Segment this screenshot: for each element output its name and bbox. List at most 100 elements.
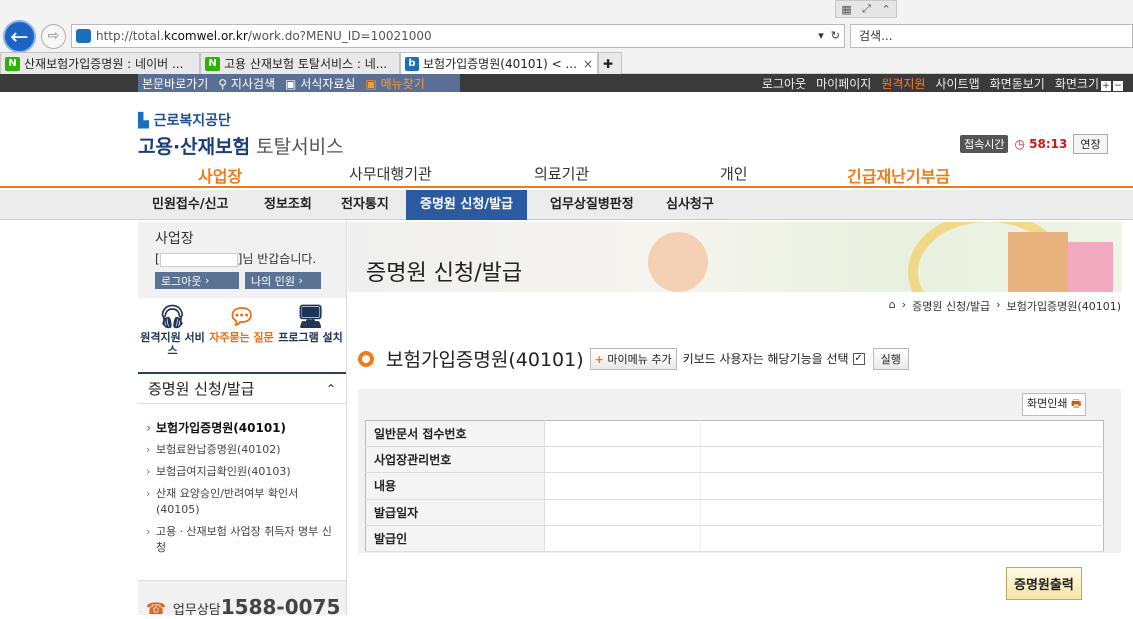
quick-remote-support[interactable]: 🎧︎ 원격지원 서비스 [138, 305, 207, 369]
phone-number: 1588-0075 [220, 595, 341, 619]
keyboard-note: 키보드 사용자는 해당기능을 선택 [682, 352, 849, 366]
address-bar[interactable]: http://total.kcomwel.or.kr/work.do?MENU_… [71, 24, 845, 48]
subnav-disease[interactable]: 업무상질병판정 [536, 190, 648, 220]
side-menu-item[interactable]: 산재 요양승인/반려여부 확인서 (40105) [146, 486, 342, 518]
font-size-control: 화면크기 + − [1054, 76, 1123, 91]
window-controls[interactable]: ▦ ⤢ ⌃ [835, 0, 897, 18]
zoom-out-icon[interactable]: − [1113, 80, 1123, 91]
add-my-menu-button[interactable]: + 마이메뉴 추가 [589, 347, 677, 370]
remote-support-link[interactable]: 원격지원 [881, 75, 925, 92]
tab-label: 보험가입증명원(40101) < ... [422, 57, 577, 71]
home-icon[interactable]: ⌂ [889, 298, 896, 314]
menu-finder-link[interactable]: ▣ 메뉴찾기 [365, 75, 424, 92]
breadcrumb: ⌂ › 증명원 신청/발급 › 보험가입증명원(40101) [888, 298, 1121, 314]
subnav-notice[interactable]: 전자통지 [327, 190, 403, 220]
table-row: 일반문서 접수번호 [365, 420, 1104, 448]
forms-link[interactable]: ▣ 서식자료실 [285, 75, 355, 92]
section-header[interactable]: 증명원 신청/발급 ⌃ [138, 372, 346, 404]
subnav-appeal[interactable]: 심사청구 [652, 190, 728, 220]
user-type: 사업장 [155, 231, 194, 247]
page-title-row: 보험가입증명원(40101) + 마이메뉴 추가 키보드 사용자는 해당기능을 … [358, 345, 909, 372]
sitemap-link[interactable]: 사이트맵 [935, 75, 979, 92]
table-row: 발급일자 [365, 499, 1104, 526]
subnav-certificate[interactable]: 증명원 신청/발급 [406, 190, 527, 220]
row-label: 발급일자 [365, 499, 545, 526]
service-name: 고용·산재보험 토탈서비스 [138, 136, 344, 158]
naver-icon: N [205, 56, 220, 71]
row-value [544, 420, 701, 448]
side-menu-item[interactable]: 고용ㆍ산재보험 사업장 취득자 명부 신청 [146, 524, 342, 556]
logout-link[interactable]: 로그아웃 [762, 75, 806, 92]
address-controls[interactable]: ▾ ↻ [818, 25, 840, 47]
subnav-info[interactable]: 정보조회 [250, 190, 326, 220]
headset-icon: 🎧︎ [158, 305, 187, 330]
skip-links: 본문바로가기 ⚲ 지사검색 ▣ 서식자료실 ▣ 메뉴찾기 [138, 74, 460, 92]
row-label: 내용 [365, 472, 545, 500]
row-value [544, 446, 701, 474]
kcomwel-icon: b [405, 56, 419, 71]
magnifier-link[interactable]: 화면돋보기 [990, 75, 1045, 92]
document-icon: ▣ [285, 76, 297, 91]
person-icon: ⚲ [218, 76, 228, 91]
phone-icon: ☎ [146, 599, 166, 618]
close-icon[interactable]: × [583, 57, 593, 71]
run-button[interactable]: 실행 [872, 347, 909, 370]
naver-icon: N [5, 56, 20, 71]
row-value [544, 525, 701, 553]
kcomwel-logo-icon: ▙ [138, 113, 149, 129]
speech-bubble-icon: 💬︎ [227, 305, 256, 330]
breadcrumb-item[interactable]: 증명원 신청/발급 [912, 298, 990, 314]
url-path: /work.do?MENU_ID=10021000 [247, 29, 432, 43]
column-divider [346, 220, 347, 615]
page-banner: 증명원 신청/발급 [348, 222, 1122, 292]
site-topbar: 본문바로가기 ⚲ 지사검색 ▣ 서식자료실 ▣ 메뉴찾기 로그아웃 마이페이지 … [0, 74, 1133, 92]
zoom-in-icon[interactable]: + [1101, 80, 1111, 91]
site-logo[interactable]: ▙ 근로복지공단 고용·산재보험 토탈서비스 [138, 110, 344, 159]
table-row: 사업장관리번호 [365, 446, 1104, 474]
row-label: 발급인 [365, 525, 545, 553]
global-nav: 사업장 사무대행기관 의료기관 개인 긴급재난기부금 [0, 160, 1133, 188]
forward-button[interactable]: ⇨ [41, 24, 66, 49]
print-screen-button[interactable]: 화면인쇄 🖶︎ [1022, 393, 1087, 416]
side-menu-item[interactable]: 보험가입증명원(40101) [146, 420, 342, 436]
extend-session-button[interactable]: 연장 [1073, 134, 1108, 154]
gnb-disaster-donation[interactable]: 긴급재난기부금 [847, 163, 950, 187]
tab-strip: N 산재보험가입증명원 : 네이버 ... N 고용 산재보험 토탈서비스 : 네.… [0, 52, 1133, 74]
table-row: 발급인 [365, 525, 1104, 553]
side-menu-item[interactable]: 보험료완납증명원(40102) [146, 442, 342, 458]
side-menu: 보험가입증명원(40101) 보험료완납증명원(40102) 보험급여지급확인원… [146, 420, 342, 562]
my-civil-button[interactable]: 나의 민원 › [245, 272, 321, 289]
session-timer: 접속시간 ◷ 58:13 연장 [960, 134, 1108, 154]
quick-program-install[interactable]: 🖥︎ 프로그램 설치 [276, 305, 345, 369]
gnb-agency[interactable]: 사무대행기관 [349, 163, 432, 184]
breadcrumb-item: 보험가입증명원(40101) [1006, 300, 1121, 313]
branch-search-link[interactable]: ⚲ 지사검색 [218, 75, 275, 92]
issue-certificate-button[interactable]: 증명원출력 [1006, 567, 1082, 600]
browser-tab-1[interactable]: N 산재보험가입증명원 : 네이버 ... [0, 52, 200, 74]
quick-faq[interactable]: 💬︎ 자주묻는 질문 [207, 305, 276, 369]
new-tab-button[interactable]: ✚ [598, 52, 622, 74]
greeting: []님 반갑습니다. [155, 252, 317, 267]
side-menu-item[interactable]: 보험급여지급확인원(40103) [146, 464, 342, 480]
mypage-link[interactable]: 마이페이지 [816, 75, 871, 92]
row-label: 일반문서 접수번호 [365, 420, 545, 448]
browser-tab-2[interactable]: N 고용 산재보험 토탈서비스 : 네... [200, 52, 400, 74]
subnav-civil-report[interactable]: 민원접수/신고 [138, 190, 243, 220]
browser-search-input[interactable]: 검색... [850, 24, 1133, 48]
gnb-business[interactable]: 사업장 [198, 163, 242, 187]
back-button[interactable]: ← [3, 20, 36, 53]
banner-building [1008, 232, 1068, 292]
table-row: 내용 [365, 472, 1104, 500]
site-favicon-icon [76, 29, 91, 43]
gnb-personal[interactable]: 개인 [720, 163, 748, 184]
gnb-medical[interactable]: 의료기관 [534, 163, 589, 184]
browser-tab-3[interactable]: b 보험가입증명원(40101) < ... × [400, 52, 598, 74]
page-title: 보험가입증명원(40101) [386, 349, 584, 371]
session-time: ◷ 58:13 [1014, 137, 1068, 151]
document-icon: ▣ [365, 76, 377, 91]
certificate-info-table: 일반문서 접수번호 사업장관리번호 내용 발급일자 발급인 [365, 420, 1104, 553]
logout-button[interactable]: 로그아웃 › [155, 272, 239, 289]
keyboard-checkbox[interactable]: ✓ [852, 352, 865, 365]
chevron-up-icon[interactable]: ⌃ [326, 374, 336, 404]
skip-to-content-link[interactable]: 본문바로가기 [142, 75, 208, 92]
